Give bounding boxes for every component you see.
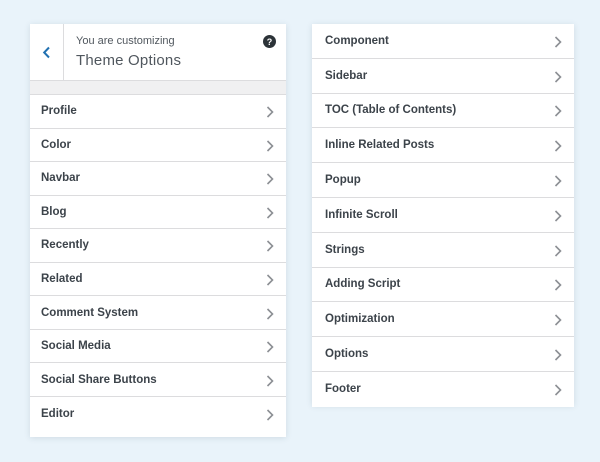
section-item-profile[interactable]: Profile xyxy=(30,95,286,129)
section-item-label: Popup xyxy=(325,174,361,187)
chevron-right-icon xyxy=(554,104,562,118)
section-item-label: Options xyxy=(325,348,369,361)
chevron-right-icon xyxy=(554,348,562,361)
chevron-right-icon xyxy=(554,244,562,257)
section-item-label: Adding Script xyxy=(325,278,401,291)
section-item-label: Footer xyxy=(325,383,361,396)
chevron-right-icon xyxy=(266,139,274,152)
chevron-right-icon xyxy=(554,139,562,152)
section-item-label: Recently xyxy=(41,239,89,252)
chevron-right-icon xyxy=(554,209,562,222)
section-item-label: TOC (Table of Contents) xyxy=(325,104,457,117)
section-item-label: Infinite Scroll xyxy=(325,208,398,221)
panel-title: Theme Options xyxy=(76,52,182,69)
section-item-component[interactable]: Component xyxy=(312,24,574,59)
section-item-label: Social Media xyxy=(41,340,111,353)
section-divider xyxy=(30,81,286,95)
section-item-strings[interactable]: Strings xyxy=(312,232,574,268)
section-item-label: Strings xyxy=(325,243,365,256)
section-item-label: Navbar xyxy=(41,172,80,185)
section-item-comment-system[interactable]: Comment System xyxy=(30,296,286,330)
chevron-right-icon xyxy=(266,374,274,387)
customizer-panel-right: Component Sidebar TOC (Table of Contents) I… xyxy=(312,24,574,407)
chevron-right-icon xyxy=(554,174,562,187)
back-button[interactable] xyxy=(30,24,64,80)
section-item-toc-table-of-contents[interactable]: TOC (Table of Contents) xyxy=(312,93,574,129)
chevron-right-icon xyxy=(266,239,274,253)
chevron-right-icon xyxy=(554,70,562,83)
section-item-color[interactable]: Color xyxy=(30,128,286,163)
section-item-infinite-scroll[interactable]: Infinite Scroll xyxy=(312,197,574,233)
section-item-footer[interactable]: Footer xyxy=(312,371,574,407)
section-item-adding-script[interactable]: Adding Script xyxy=(312,267,574,303)
chevron-right-icon xyxy=(266,273,274,286)
chevron-right-icon xyxy=(554,278,562,292)
section-item-editor[interactable]: Editor xyxy=(30,396,286,431)
section-item-label: Profile xyxy=(41,105,77,118)
section-item-label: Color xyxy=(41,138,72,151)
section-item-blog[interactable]: Blog xyxy=(30,195,286,230)
section-item-navbar[interactable]: Navbar xyxy=(30,162,286,196)
chevron-right-icon xyxy=(266,206,274,219)
section-item-label: Sidebar xyxy=(325,69,368,82)
section-item-label: Blog xyxy=(41,205,67,218)
customizer-header: You are customizing Theme Options ? xyxy=(30,24,286,81)
chevron-right-icon xyxy=(266,172,274,185)
section-item-label: Comment System xyxy=(41,306,139,319)
section-list: Component Sidebar TOC (Table of Contents) I… xyxy=(312,24,574,407)
section-item-label: Social Share Buttons xyxy=(41,373,157,386)
customizing-subtitle: You are customizing xyxy=(76,35,175,47)
section-item-recently[interactable]: Recently xyxy=(30,229,286,263)
chevron-right-icon xyxy=(554,35,562,48)
chevron-right-icon xyxy=(554,383,562,396)
section-list: Profile Color Navbar Blog Recently Related Com… xyxy=(30,95,286,431)
chevron-right-icon xyxy=(266,408,274,421)
section-item-label: Optimization xyxy=(325,313,395,326)
chevron-right-icon xyxy=(266,307,274,320)
chevron-left-icon xyxy=(42,46,51,59)
section-item-optimization[interactable]: Optimization xyxy=(312,302,574,338)
chevron-right-icon xyxy=(266,105,274,118)
customizer-panel-left: You are customizing Theme Options ? Prof… xyxy=(30,24,286,437)
section-item-label: Inline Related Posts xyxy=(325,139,435,152)
section-item-options[interactable]: Options xyxy=(312,337,574,372)
help-icon[interactable]: ? xyxy=(263,35,276,48)
section-item-related[interactable]: Related xyxy=(30,262,286,297)
section-item-social-share-buttons[interactable]: Social Share Buttons xyxy=(30,363,286,397)
section-item-inline-related-posts[interactable]: Inline Related Posts xyxy=(312,128,574,164)
section-item-label: Editor xyxy=(41,407,75,420)
section-item-social-media[interactable]: Social Media xyxy=(30,329,286,364)
section-item-label: Component xyxy=(325,34,389,47)
chevron-right-icon xyxy=(266,340,274,353)
section-item-label: Related xyxy=(41,273,83,285)
chevron-right-icon xyxy=(554,313,562,326)
section-item-sidebar[interactable]: Sidebar xyxy=(312,58,574,94)
section-item-popup[interactable]: Popup xyxy=(312,163,574,198)
